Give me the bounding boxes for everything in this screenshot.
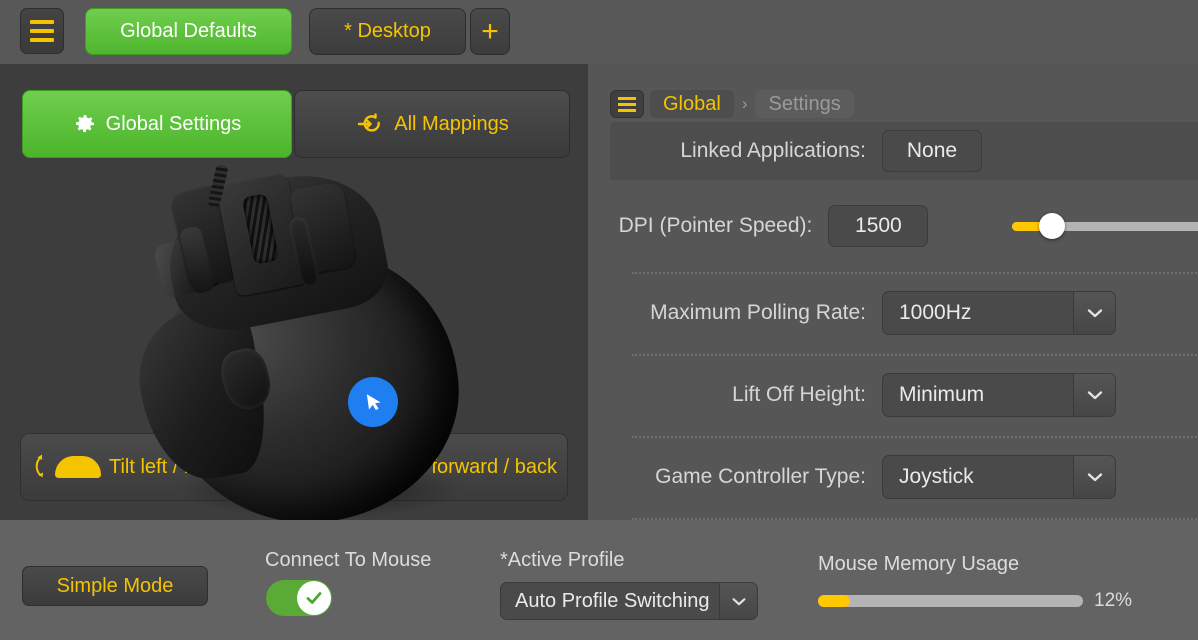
mode-button-group: Global Settings All Mappings [22,90,570,158]
chevron-down-icon[interactable] [1073,292,1115,334]
setting-row-lift-off-height: Lift Off Height: Minimum [610,354,1198,436]
lift-off-height-select[interactable]: Minimum [882,373,1116,417]
global-settings-button[interactable]: Global Settings [22,90,292,158]
tab-desktop-label: * Desktop [344,20,431,42]
chevron-down-icon[interactable] [1073,456,1115,498]
breadcrumb-item-settings-label: Settings [768,92,841,115]
hamburger-icon [30,29,54,33]
dpi-value-field[interactable]: 1500 [828,205,929,247]
chevron-down-icon[interactable] [1073,374,1115,416]
settings-panel: Global › Settings Linked Applications: N… [588,64,1198,520]
all-mappings-button[interactable]: All Mappings [294,90,570,158]
mouse-memory-usage-label: Mouse Memory Usage [818,553,1020,575]
breadcrumb-item-settings[interactable]: Settings [755,90,854,118]
simple-mode-label: Simple Mode [56,574,174,597]
device-panel: Global Settings All Mappings Tilt left /… [0,64,588,520]
chevron-down-icon[interactable] [719,583,757,619]
linked-applications-label: Linked Applications: [680,139,866,162]
connect-to-mouse-toggle[interactable] [266,580,332,616]
lift-off-height-label: Lift Off Height: [732,383,866,406]
mouse-memory-usage-bar [818,595,1083,607]
simple-mode-button[interactable]: Simple Mode [22,566,208,606]
active-profile-value: Auto Profile Switching [515,589,710,612]
tilt-arrow-icon [35,454,43,478]
enter-arrow-icon [355,112,385,136]
dpi-slider[interactable] [1012,213,1198,239]
tab-global-defaults[interactable]: Global Defaults [85,8,292,55]
tab-global-defaults-label: Global Defaults [120,20,257,42]
check-icon [306,592,322,604]
dpi-label: DPI (Pointer Speed): [618,214,813,237]
dpi-slider-knob[interactable] [1039,213,1066,239]
polling-rate-value: 1000Hz [899,301,972,324]
hamburger-icon [618,108,636,112]
setting-row-game-controller-type: Game Controller Type: Joystick [610,436,1198,518]
all-mappings-label: All Mappings [394,112,509,135]
hamburger-icon [30,20,54,24]
add-tab-button[interactable]: + [470,8,510,55]
active-profile-label: *Active Profile [500,549,625,571]
mouse-silhouette-icon [55,456,101,478]
breadcrumb-menu-button[interactable] [610,90,644,118]
cursor-arrow-icon [366,394,381,411]
gear-icon [73,112,97,136]
hamburger-icon [618,102,636,106]
connect-to-mouse-label: Connect To Mouse [265,549,432,571]
mouse-memory-usage-percent: 12% [1094,590,1133,611]
breadcrumb-item-global[interactable]: Global [650,90,734,118]
hamburger-icon [30,38,54,42]
main-menu-button[interactable] [20,8,64,54]
setting-row-polling-rate: Maximum Polling Rate: 1000Hz [610,272,1198,354]
tab-desktop[interactable]: * Desktop [309,8,466,55]
polling-rate-label: Maximum Polling Rate: [650,301,866,324]
app-window: Global Defaults * Desktop + Global Setti… [0,0,1198,640]
game-controller-type-value: Joystick [899,465,974,488]
mouse-memory-usage-fill [818,595,850,607]
breadcrumb: Global › Settings [610,90,854,118]
linked-applications-value[interactable]: None [882,130,982,172]
game-controller-type-select[interactable]: Joystick [882,455,1116,499]
game-controller-type-label: Game Controller Type: [655,465,866,488]
gaming-mouse-image [120,159,500,520]
chevron-right-icon: › [741,94,748,113]
toggle-knob [297,581,331,615]
settings-list: Linked Applications: None DPI (Pointer S… [610,122,1198,520]
hamburger-icon [618,96,636,100]
active-profile-select[interactable]: Auto Profile Switching [500,582,758,620]
setting-row-dpi: DPI (Pointer Speed): 1500 [610,180,1198,272]
setting-row-linked-applications: Linked Applications: None [610,122,1198,180]
plus-icon: + [481,14,499,48]
lift-off-height-value: Minimum [899,383,985,406]
breadcrumb-item-global-label: Global [663,92,721,115]
top-tab-bar: Global Defaults * Desktop + [0,0,1198,64]
polling-rate-select[interactable]: 1000Hz [882,291,1116,335]
global-settings-label: Global Settings [105,112,242,135]
